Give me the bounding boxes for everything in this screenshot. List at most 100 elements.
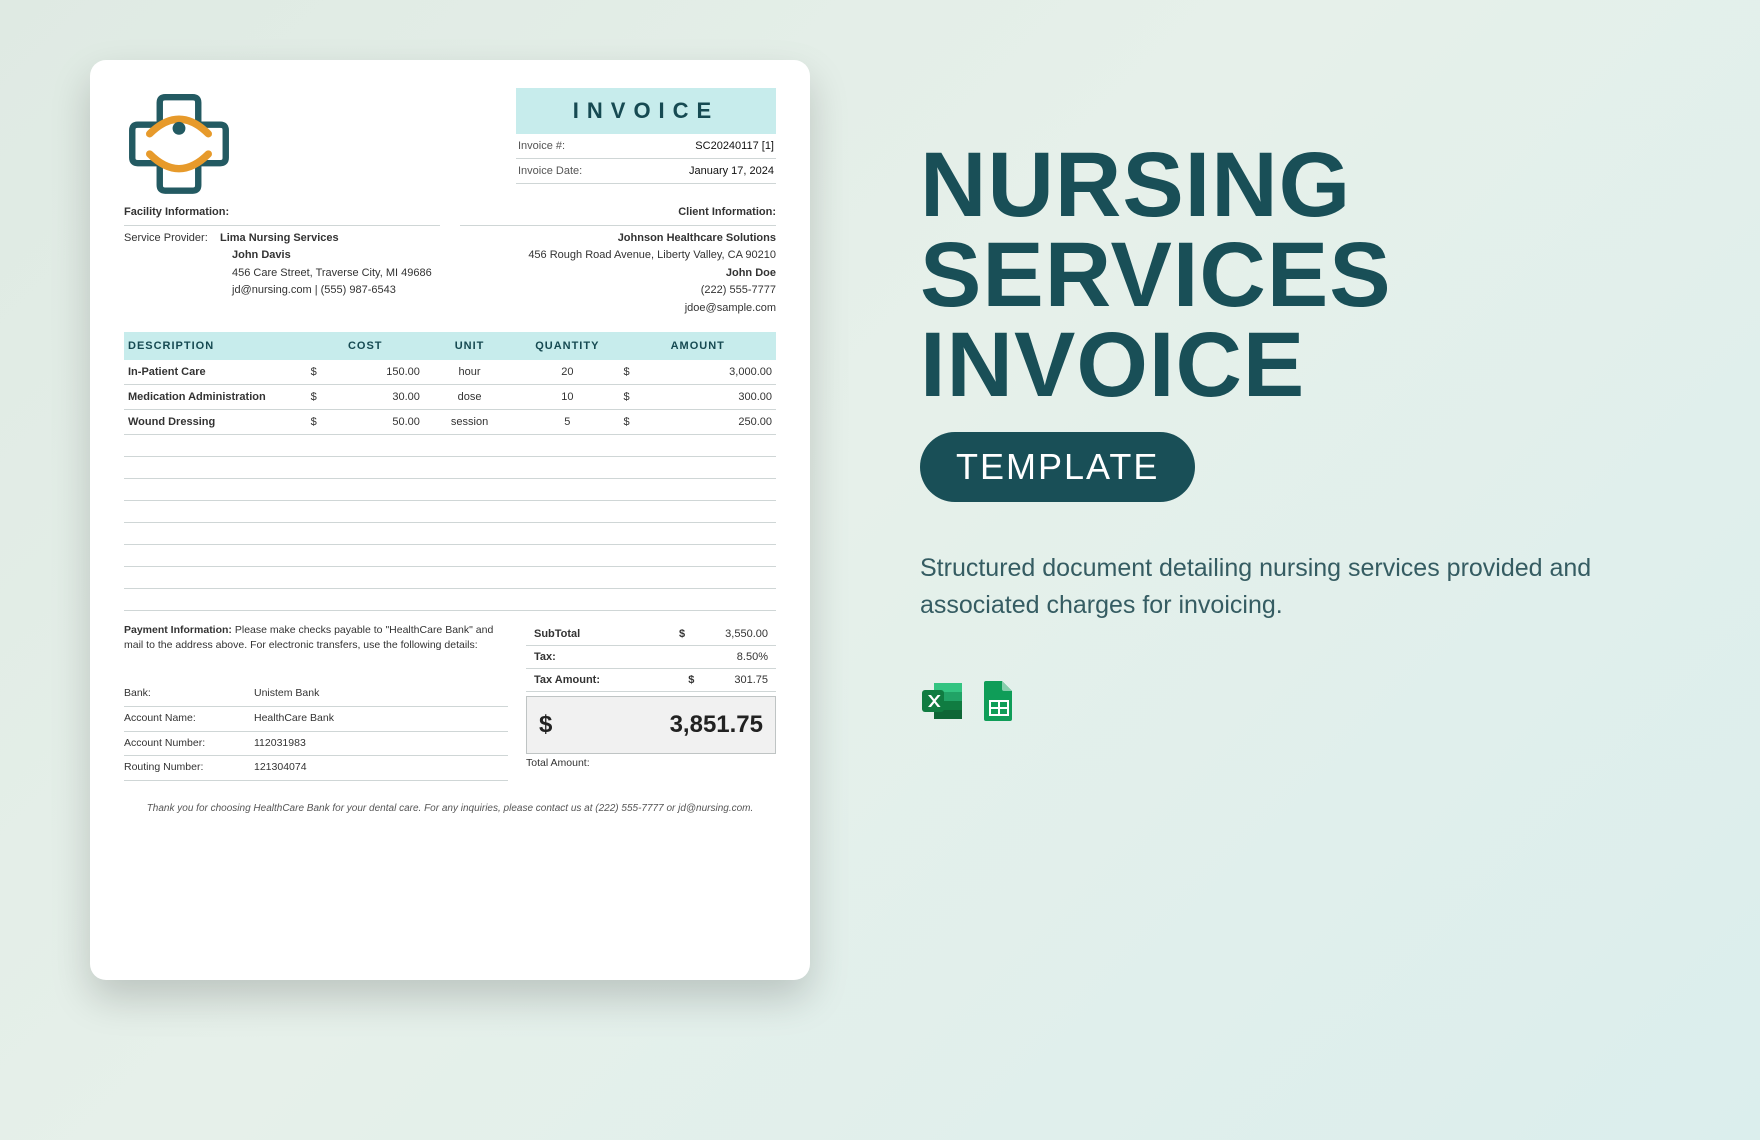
cell-cost-sym: $ bbox=[307, 360, 333, 385]
medical-cross-logo-icon bbox=[124, 88, 234, 198]
cell-description: In-Patient Care bbox=[124, 360, 307, 385]
service-provider-value: Lima Nursing Services bbox=[220, 232, 339, 244]
table-blank-row bbox=[124, 588, 776, 610]
client-person: John Doe bbox=[726, 267, 776, 279]
table-blank-row bbox=[124, 566, 776, 588]
table-blank-row bbox=[124, 456, 776, 478]
tax-row: Tax: 8.50% bbox=[526, 646, 776, 669]
invoice-header: INVOICE Invoice #: SC20240117 [1] Invoic… bbox=[124, 88, 776, 198]
account-name-value: HealthCare Bank bbox=[254, 711, 334, 727]
subtotal-row: SubTotal $3,550.00 bbox=[526, 623, 776, 646]
cell-cost: 150.00 bbox=[333, 360, 424, 385]
bottom-section: Payment Information: Please make checks … bbox=[124, 623, 776, 782]
client-company: Johnson Healthcare Solutions bbox=[618, 232, 776, 244]
client-email: jdoe@sample.com bbox=[460, 300, 776, 318]
table-blank-row bbox=[124, 544, 776, 566]
routing-number-value: 121304074 bbox=[254, 760, 307, 776]
cell-cost: 50.00 bbox=[333, 409, 424, 434]
table-blank-row bbox=[124, 478, 776, 500]
table-blank-row bbox=[124, 500, 776, 522]
invoice-number-label: Invoice #: bbox=[518, 140, 565, 152]
col-description: DESCRIPTION bbox=[124, 332, 307, 360]
invoice-number-row: Invoice #: SC20240117 [1] bbox=[516, 134, 776, 159]
google-sheets-icon bbox=[976, 679, 1020, 723]
subtotal-label: SubTotal bbox=[534, 628, 580, 640]
table-blank-row bbox=[124, 522, 776, 544]
cell-cost-sym: $ bbox=[307, 409, 333, 434]
promo-description: Structured document detailing nursing se… bbox=[920, 550, 1600, 623]
table-row: In-Patient Care $ 150.00 hour 20 $ 3,000… bbox=[124, 360, 776, 385]
cell-description: Wound Dressing bbox=[124, 409, 307, 434]
cell-unit: session bbox=[424, 409, 515, 434]
tax-value: 8.50% bbox=[737, 651, 768, 663]
cell-cost-sym: $ bbox=[307, 384, 333, 409]
invoice-date-label: Invoice Date: bbox=[518, 165, 582, 177]
table-row: Medication Administration $ 30.00 dose 1… bbox=[124, 384, 776, 409]
table-header: DESCRIPTION COST UNIT QUANTITY AMOUNT bbox=[124, 332, 776, 360]
title-line-1: NURSING bbox=[920, 140, 1600, 230]
cell-amount: 250.00 bbox=[646, 409, 776, 434]
facility-info: Facility Information: Service Provider: … bbox=[124, 204, 440, 318]
client-info: Client Information: Johnson Healthcare S… bbox=[460, 204, 776, 318]
excel-icon bbox=[920, 679, 964, 723]
grand-total: $ 3,851.75 bbox=[526, 696, 776, 754]
col-cost: COST bbox=[307, 332, 424, 360]
cell-unit: hour bbox=[424, 360, 515, 385]
tax-amount-sym: $ bbox=[688, 674, 694, 686]
promo-panel: NURSING SERVICES INVOICE TEMPLATE Struct… bbox=[920, 60, 1600, 723]
cell-cost: 30.00 bbox=[333, 384, 424, 409]
facility-heading: Facility Information: bbox=[124, 204, 440, 226]
bank-details: Bank:Unistem Bank Account Name:HealthCar… bbox=[124, 682, 508, 781]
tax-label: Tax: bbox=[534, 651, 556, 663]
cell-amt-sym: $ bbox=[619, 384, 645, 409]
subtotal-value: 3,550.00 bbox=[725, 628, 768, 640]
invoice-footer: Thank you for choosing HealthCare Bank f… bbox=[124, 803, 776, 814]
cell-qty: 5 bbox=[515, 409, 619, 434]
table-blank-row bbox=[124, 434, 776, 456]
invoice-date-value: January 17, 2024 bbox=[689, 165, 774, 177]
routing-number-label: Routing Number: bbox=[124, 760, 254, 776]
invoice-date-row: Invoice Date: January 17, 2024 bbox=[516, 159, 776, 184]
account-number-value: 112031983 bbox=[254, 736, 306, 752]
cell-amount: 3,000.00 bbox=[646, 360, 776, 385]
template-pill: TEMPLATE bbox=[920, 432, 1195, 502]
col-quantity: QUANTITY bbox=[515, 332, 619, 360]
account-name-label: Account Name: bbox=[124, 711, 254, 727]
tax-amount-row: Tax Amount: $301.75 bbox=[526, 669, 776, 692]
grand-sym: $ bbox=[539, 711, 552, 739]
cell-qty: 10 bbox=[515, 384, 619, 409]
cell-amt-sym: $ bbox=[619, 360, 645, 385]
subtotal-sym: $ bbox=[679, 628, 685, 640]
tax-amount-value: 301.75 bbox=[734, 674, 768, 686]
grand-value: 3,851.75 bbox=[670, 711, 763, 739]
payment-info: Payment Information: Please make checks … bbox=[124, 623, 508, 782]
invoice-title-box: INVOICE Invoice #: SC20240117 [1] Invoic… bbox=[516, 88, 776, 184]
bank-label: Bank: bbox=[124, 686, 254, 702]
account-number-label: Account Number: bbox=[124, 736, 254, 752]
promo-title: NURSING SERVICES INVOICE bbox=[920, 140, 1600, 410]
grand-label: Total Amount: bbox=[526, 757, 776, 769]
facility-address: 456 Care Street, Traverse City, MI 49686 bbox=[124, 265, 440, 283]
cell-amt-sym: $ bbox=[619, 409, 645, 434]
title-line-2: SERVICES bbox=[920, 230, 1600, 320]
tax-amount-label: Tax Amount: bbox=[534, 674, 600, 686]
format-icons bbox=[920, 679, 1600, 723]
line-items-table: DESCRIPTION COST UNIT QUANTITY AMOUNT In… bbox=[124, 332, 776, 611]
payment-label: Payment Information: bbox=[124, 624, 232, 636]
service-provider-label: Service Provider: bbox=[124, 232, 208, 244]
facility-contact: jd@nursing.com | (555) 987-6543 bbox=[124, 282, 440, 300]
title-line-3: INVOICE bbox=[920, 320, 1600, 410]
cell-unit: dose bbox=[424, 384, 515, 409]
col-unit: UNIT bbox=[424, 332, 515, 360]
cell-amount: 300.00 bbox=[646, 384, 776, 409]
cell-description: Medication Administration bbox=[124, 384, 307, 409]
facility-person: John Davis bbox=[232, 249, 291, 261]
col-amount: AMOUNT bbox=[619, 332, 776, 360]
cell-qty: 20 bbox=[515, 360, 619, 385]
client-heading: Client Information: bbox=[460, 204, 776, 226]
invoice-card: INVOICE Invoice #: SC20240117 [1] Invoic… bbox=[90, 60, 810, 980]
bank-value: Unistem Bank bbox=[254, 686, 319, 702]
table-row: Wound Dressing $ 50.00 session 5 $ 250.0… bbox=[124, 409, 776, 434]
client-phone: (222) 555-7777 bbox=[460, 282, 776, 300]
totals-box: SubTotal $3,550.00 Tax: 8.50% Tax Amount… bbox=[526, 623, 776, 782]
